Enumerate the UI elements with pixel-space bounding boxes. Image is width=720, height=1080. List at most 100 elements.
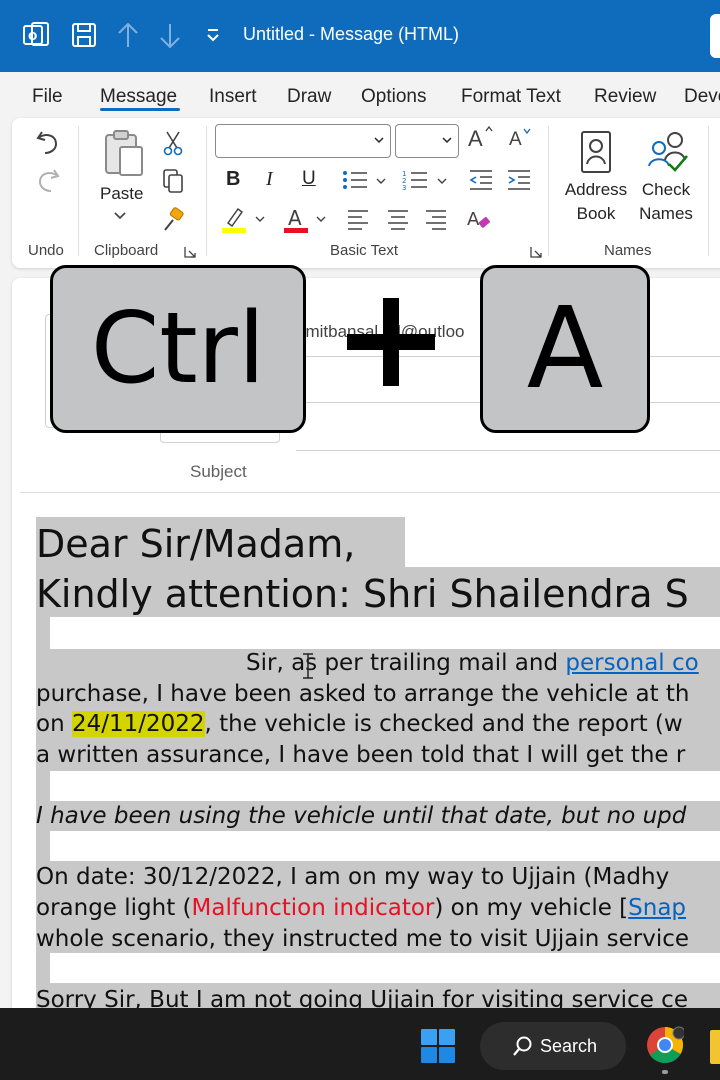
file-explorer-icon[interactable] <box>710 1030 720 1064</box>
divider <box>78 126 79 256</box>
text-cursor-icon <box>300 652 316 680</box>
paragraph-3-line-3: whole scenario, they instructed me to vi… <box>36 926 690 952</box>
align-left-icon[interactable] <box>344 206 372 232</box>
active-app-indicator <box>662 1070 668 1074</box>
subject-label: Subject <box>190 462 247 481</box>
tab-options[interactable]: Options <box>361 86 426 108</box>
group-basic-text-label: Basic Text <box>330 242 399 259</box>
cut-icon[interactable] <box>160 128 186 158</box>
redo-icon[interactable] <box>32 164 64 196</box>
chevron-down-icon[interactable] <box>112 208 128 224</box>
start-icon[interactable] <box>420 1028 456 1064</box>
selection-block <box>36 617 50 649</box>
tab-format-text[interactable]: Format Text <box>461 86 561 108</box>
selection-block <box>36 771 50 801</box>
text-run: on <box>36 711 72 737</box>
dialog-launcher-icon[interactable] <box>528 244 544 260</box>
divider <box>206 126 207 256</box>
arrow-up-icon[interactable] <box>114 20 144 52</box>
svg-text:O: O <box>28 30 37 43</box>
italic-button[interactable]: I <box>266 168 273 191</box>
font-name-dropdown[interactable] <box>215 124 391 158</box>
address-book-label-2[interactable]: Book <box>563 204 629 224</box>
tab-review[interactable]: Review <box>594 86 656 108</box>
check-names-icon[interactable] <box>644 128 692 176</box>
ribbon-tabs: File Message Insert Draw Options Format … <box>0 72 720 118</box>
save-icon[interactable] <box>70 20 100 52</box>
highlighted-date: 24/11/2022 <box>71 711 205 737</box>
tab-file[interactable]: File <box>32 86 63 108</box>
greeting-line: Dear Sir/Madam, <box>36 522 356 566</box>
copy-icon[interactable] <box>160 166 186 196</box>
text-run: , the vehicle is checked and the report … <box>204 711 683 737</box>
paragraph-1-line-4: a written assurance, I have been told th… <box>36 742 686 768</box>
font-color-icon[interactable]: A <box>280 204 312 234</box>
divider <box>708 126 709 256</box>
group-clipboard-label: Clipboard <box>94 242 159 259</box>
format-painter-icon[interactable] <box>160 204 186 234</box>
address-book-label-1[interactable]: Address <box>563 180 629 200</box>
numbering-icon[interactable]: 123 <box>400 166 430 194</box>
increase-indent-icon[interactable] <box>504 166 534 194</box>
paragraph-2: I have been using the vehicle until that… <box>36 803 687 829</box>
tab-developer[interactable]: Deve <box>684 86 720 108</box>
bold-button[interactable]: B <box>226 168 240 191</box>
decrease-indent-icon[interactable] <box>466 166 496 194</box>
align-center-icon[interactable] <box>384 206 412 232</box>
title-bar: O Untitled - Message (HTML) <box>0 0 720 72</box>
grow-font-button[interactable]: A <box>468 126 483 152</box>
outlook-icon[interactable]: O <box>22 20 52 52</box>
clear-formatting-icon[interactable]: A <box>464 204 494 234</box>
tab-insert[interactable]: Insert <box>209 86 257 108</box>
bullets-icon[interactable] <box>340 166 370 194</box>
window-title: Untitled - Message (HTML) <box>243 24 460 44</box>
window-control[interactable] <box>710 14 720 58</box>
snapshot-link[interactable]: Snap <box>628 895 686 921</box>
chevron-down-icon[interactable] <box>374 174 388 188</box>
svg-text:A: A <box>288 206 302 230</box>
plus-sign <box>347 298 435 386</box>
chrome-icon[interactable] <box>646 1026 686 1066</box>
a-key-overlay: A <box>480 265 650 433</box>
paragraph-3-line-1: On date: 30/12/2022, I am on my way to U… <box>36 864 670 890</box>
attention-line: Kindly attention: Shri Shailendra S <box>36 572 689 616</box>
ctrl-key-label: Ctrl <box>90 292 266 406</box>
customize-toolbar-icon[interactable] <box>200 20 230 52</box>
personal-contact-link[interactable]: personal co <box>565 650 698 676</box>
tab-message[interactable]: Message <box>100 86 177 108</box>
address-book-icon[interactable] <box>578 128 614 176</box>
caret-down-icon <box>522 126 532 136</box>
font-size-dropdown[interactable] <box>395 124 459 158</box>
group-names-label: Names <box>604 242 652 259</box>
paragraph-3-line-2: orange light (Malfunction indicator) on … <box>36 895 686 921</box>
divider <box>548 126 549 256</box>
tab-draw[interactable]: Draw <box>287 86 331 108</box>
chevron-down-icon[interactable] <box>253 212 267 226</box>
chevron-down-icon[interactable] <box>435 174 449 188</box>
arrow-down-icon[interactable] <box>156 20 186 52</box>
align-right-icon[interactable] <box>422 206 450 232</box>
ctrl-key-overlay: Ctrl <box>50 265 306 433</box>
dialog-launcher-icon[interactable] <box>182 244 198 260</box>
highlight-icon[interactable] <box>218 204 250 234</box>
text-run: orange light ( <box>36 895 192 921</box>
undo-icon[interactable] <box>32 126 64 158</box>
chevron-down-icon[interactable] <box>314 212 328 226</box>
shrink-font-button[interactable]: A <box>509 129 522 151</box>
svg-text:A: A <box>467 209 480 230</box>
paste-label[interactable]: Paste <box>100 184 143 204</box>
svg-text:3: 3 <box>402 184 406 191</box>
taskbar: Search <box>0 1008 720 1080</box>
selection-block <box>36 953 50 983</box>
paste-icon[interactable] <box>100 128 148 180</box>
check-names-label-2[interactable]: Names <box>636 204 696 224</box>
header-divider <box>20 492 720 493</box>
group-undo-label: Undo <box>28 242 64 259</box>
underline-button[interactable]: U <box>302 168 316 190</box>
taskbar-search[interactable]: Search <box>480 1022 626 1070</box>
subject-field-underline[interactable] <box>296 450 720 451</box>
paragraph-1-line-3: on 24/11/2022, the vehicle is checked an… <box>36 711 683 737</box>
caret-up-icon <box>484 124 494 134</box>
check-names-label-1[interactable]: Check <box>636 180 696 200</box>
text-run: Sir, as per trailing mail and <box>246 650 566 676</box>
